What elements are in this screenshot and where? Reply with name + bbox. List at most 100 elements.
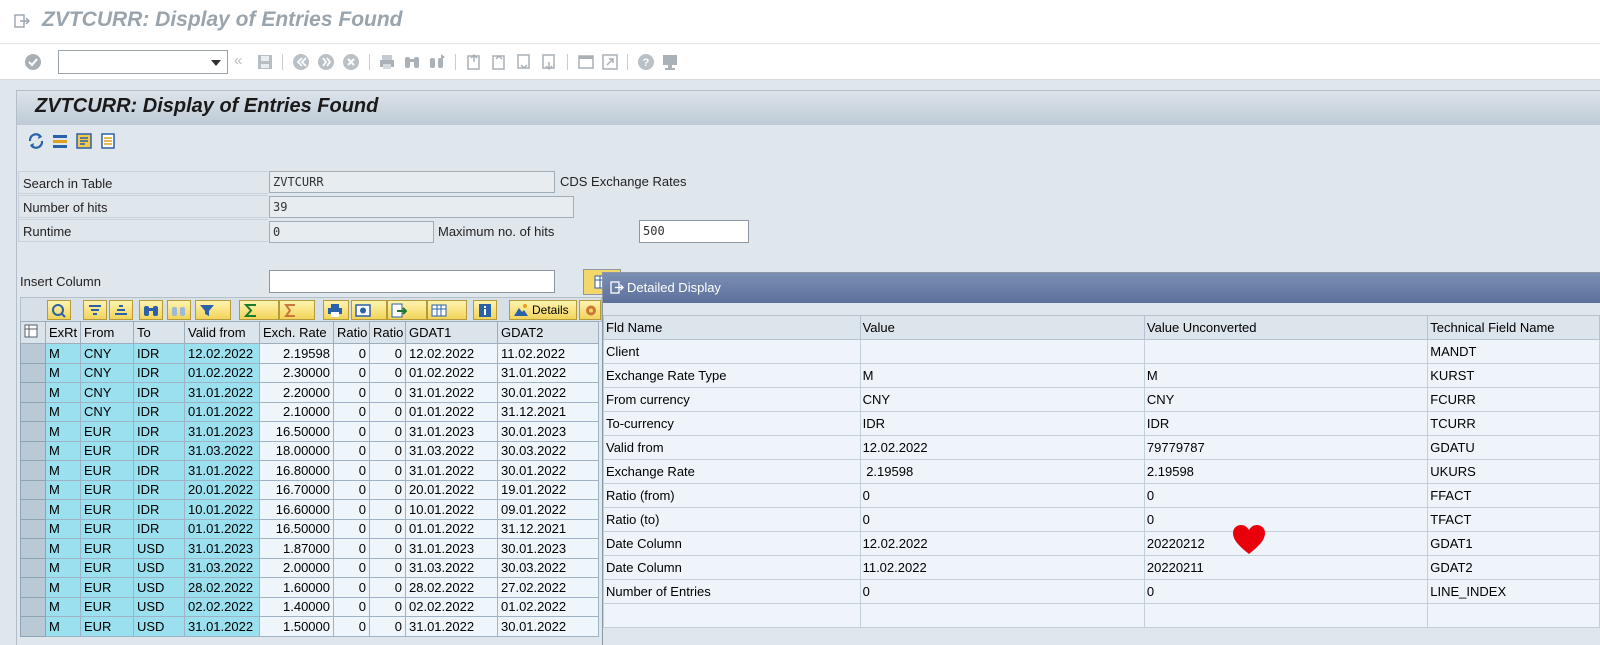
table-cell[interactable]: M: [45, 362, 81, 383]
table-cell[interactable]: IDR: [133, 440, 185, 461]
table-cell[interactable]: EUR: [80, 596, 134, 617]
row-selector[interactable]: [20, 382, 46, 403]
table-cell[interactable]: 0: [333, 362, 370, 383]
table-cell[interactable]: 1.50000: [259, 616, 334, 637]
table-cell[interactable]: 11.02.2022: [497, 343, 599, 364]
table-cell[interactable]: 31.01.2023: [405, 538, 498, 559]
detail-row[interactable]: Date Column 12.02.2022 20220212 GDAT1: [603, 531, 1600, 556]
table-cell[interactable]: 31.01.2022: [405, 460, 498, 481]
table-cell[interactable]: 16.70000: [259, 479, 334, 500]
more-button[interactable]: [579, 300, 601, 320]
table-cell[interactable]: 0: [333, 460, 370, 481]
find-next-button[interactable]: [167, 300, 191, 320]
table-cell[interactable]: 2.30000: [259, 362, 334, 383]
expand-toolbar-icon[interactable]: «: [234, 52, 242, 69]
information-button[interactable]: [473, 300, 497, 320]
table-cell[interactable]: 0: [333, 401, 370, 422]
table-row[interactable]: M EUR USD 31.01.2023 1.87000 0 0 31.01.2023 30.0…: [20, 538, 599, 559]
table-name-field[interactable]: ZVTCURR: [269, 171, 555, 193]
table-cell[interactable]: 0: [369, 382, 406, 403]
print-preview-button[interactable]: [323, 300, 349, 320]
table-cell[interactable]: 0: [369, 440, 406, 461]
next-page-icon[interactable]: [515, 53, 533, 71]
table-cell[interactable]: 01.02.2022: [405, 362, 498, 383]
table-row[interactable]: M EUR IDR 10.01.2022 16.60000 0 0 10.01.2022 09.…: [20, 499, 599, 520]
table-cell[interactable]: 0: [369, 421, 406, 442]
table-cell[interactable]: IDR: [133, 382, 185, 403]
table-cell[interactable]: 31.03.2022: [405, 440, 498, 461]
detail-row[interactable]: Exchange Rate Type M M KURST: [603, 363, 1600, 388]
detail-column-header[interactable]: Technical Field Name: [1427, 315, 1600, 340]
table-cell[interactable]: USD: [133, 577, 185, 598]
table-cell[interactable]: 2.19598: [259, 343, 334, 364]
table-cell[interactable]: 0: [333, 596, 370, 617]
table-cell[interactable]: 31.03.2022: [405, 557, 498, 578]
table-cell[interactable]: 0: [333, 518, 370, 539]
layout-button[interactable]: [427, 300, 467, 320]
table-cell[interactable]: 28.02.2022: [184, 577, 260, 598]
detail-row[interactable]: Client MANDT: [603, 339, 1600, 364]
row-selector[interactable]: [20, 557, 46, 578]
table-cell[interactable]: 31.03.2022: [184, 557, 260, 578]
row-selector[interactable]: [20, 616, 46, 637]
zoom-button[interactable]: [47, 300, 71, 320]
detail-row[interactable]: Ratio (to) 0 0 TFACT: [603, 507, 1600, 532]
table-cell[interactable]: 31.01.2022: [184, 616, 260, 637]
table-cell[interactable]: EUR: [80, 538, 134, 559]
checklist-icon[interactable]: [99, 132, 117, 150]
column-header[interactable]: Ratio: [333, 321, 370, 344]
table-cell[interactable]: 0: [333, 479, 370, 500]
detail-row[interactable]: Number of Entries 0 0 LINE_INDEX: [603, 579, 1600, 604]
table-cell[interactable]: IDR: [133, 499, 185, 520]
table-cell[interactable]: 0: [369, 538, 406, 559]
table-cell[interactable]: USD: [133, 616, 185, 637]
table-cell[interactable]: 0: [369, 518, 406, 539]
row-selector[interactable]: [20, 343, 46, 364]
exit-icon[interactable]: [317, 53, 335, 71]
column-header[interactable]: GDAT2: [497, 321, 599, 344]
detail-row[interactable]: Valid from 12.02.2022 79779787 GDATU: [603, 435, 1600, 460]
find-button[interactable]: [139, 300, 163, 320]
table-cell[interactable]: 01.01.2022: [184, 401, 260, 422]
table-cell[interactable]: 0: [333, 577, 370, 598]
print-icon[interactable]: [378, 53, 396, 71]
help-icon[interactable]: ?: [637, 53, 655, 71]
table-cell[interactable]: 18.00000: [259, 440, 334, 461]
table-cell[interactable]: M: [45, 596, 81, 617]
table-row[interactable]: M EUR IDR 20.01.2022 16.70000 0 0 20.01.2022 19.…: [20, 479, 599, 500]
table-cell[interactable]: 12.02.2022: [184, 343, 260, 364]
refresh-icon[interactable]: [27, 132, 45, 150]
table-cell[interactable]: EUR: [80, 499, 134, 520]
table-cell[interactable]: 09.01.2022: [497, 499, 599, 520]
export-button[interactable]: [387, 300, 427, 320]
column-header[interactable]: Ratio: [369, 321, 406, 344]
table-cell[interactable]: 31.01.2022: [184, 460, 260, 481]
table-cell[interactable]: 19.01.2022: [497, 479, 599, 500]
customize-layout-icon[interactable]: [661, 53, 679, 71]
table-cell[interactable]: 31.01.2022: [405, 616, 498, 637]
row-selector[interactable]: [20, 479, 46, 500]
table-cell[interactable]: 30.01.2022: [497, 460, 599, 481]
detail-column-header[interactable]: Value Unconverted: [1143, 315, 1429, 340]
table-row[interactable]: M CNY IDR 12.02.2022 2.19598 0 0 12.02.2022 11.0…: [20, 343, 599, 364]
table-cell[interactable]: M: [45, 382, 81, 403]
table-cell[interactable]: CNY: [80, 382, 134, 403]
table-cell[interactable]: 01.01.2022: [184, 518, 260, 539]
table-cell[interactable]: 31.01.2022: [184, 382, 260, 403]
row-selector[interactable]: [20, 440, 46, 461]
table-cell[interactable]: 0: [369, 460, 406, 481]
select-all-cell[interactable]: [20, 321, 46, 344]
table-cell[interactable]: 30.01.2022: [497, 616, 599, 637]
table-cell[interactable]: 16.80000: [259, 460, 334, 481]
table-cell[interactable]: IDR: [133, 479, 185, 500]
table-cell[interactable]: M: [45, 616, 81, 637]
table-row[interactable]: M EUR USD 31.01.2022 1.50000 0 0 31.01.2022 30.0…: [20, 616, 599, 637]
enter-icon[interactable]: [24, 53, 42, 71]
table-cell[interactable]: IDR: [133, 401, 185, 422]
table-cell[interactable]: M: [45, 479, 81, 500]
detail-row[interactable]: Date Column 11.02.2022 20220211 GDAT2: [603, 555, 1600, 580]
table-cell[interactable]: 2.20000: [259, 382, 334, 403]
row-selector[interactable]: [20, 499, 46, 520]
table-row[interactable]: M EUR USD 28.02.2022 1.60000 0 0 28.02.2022 27.0…: [20, 577, 599, 598]
table-cell[interactable]: 30.03.2022: [497, 557, 599, 578]
